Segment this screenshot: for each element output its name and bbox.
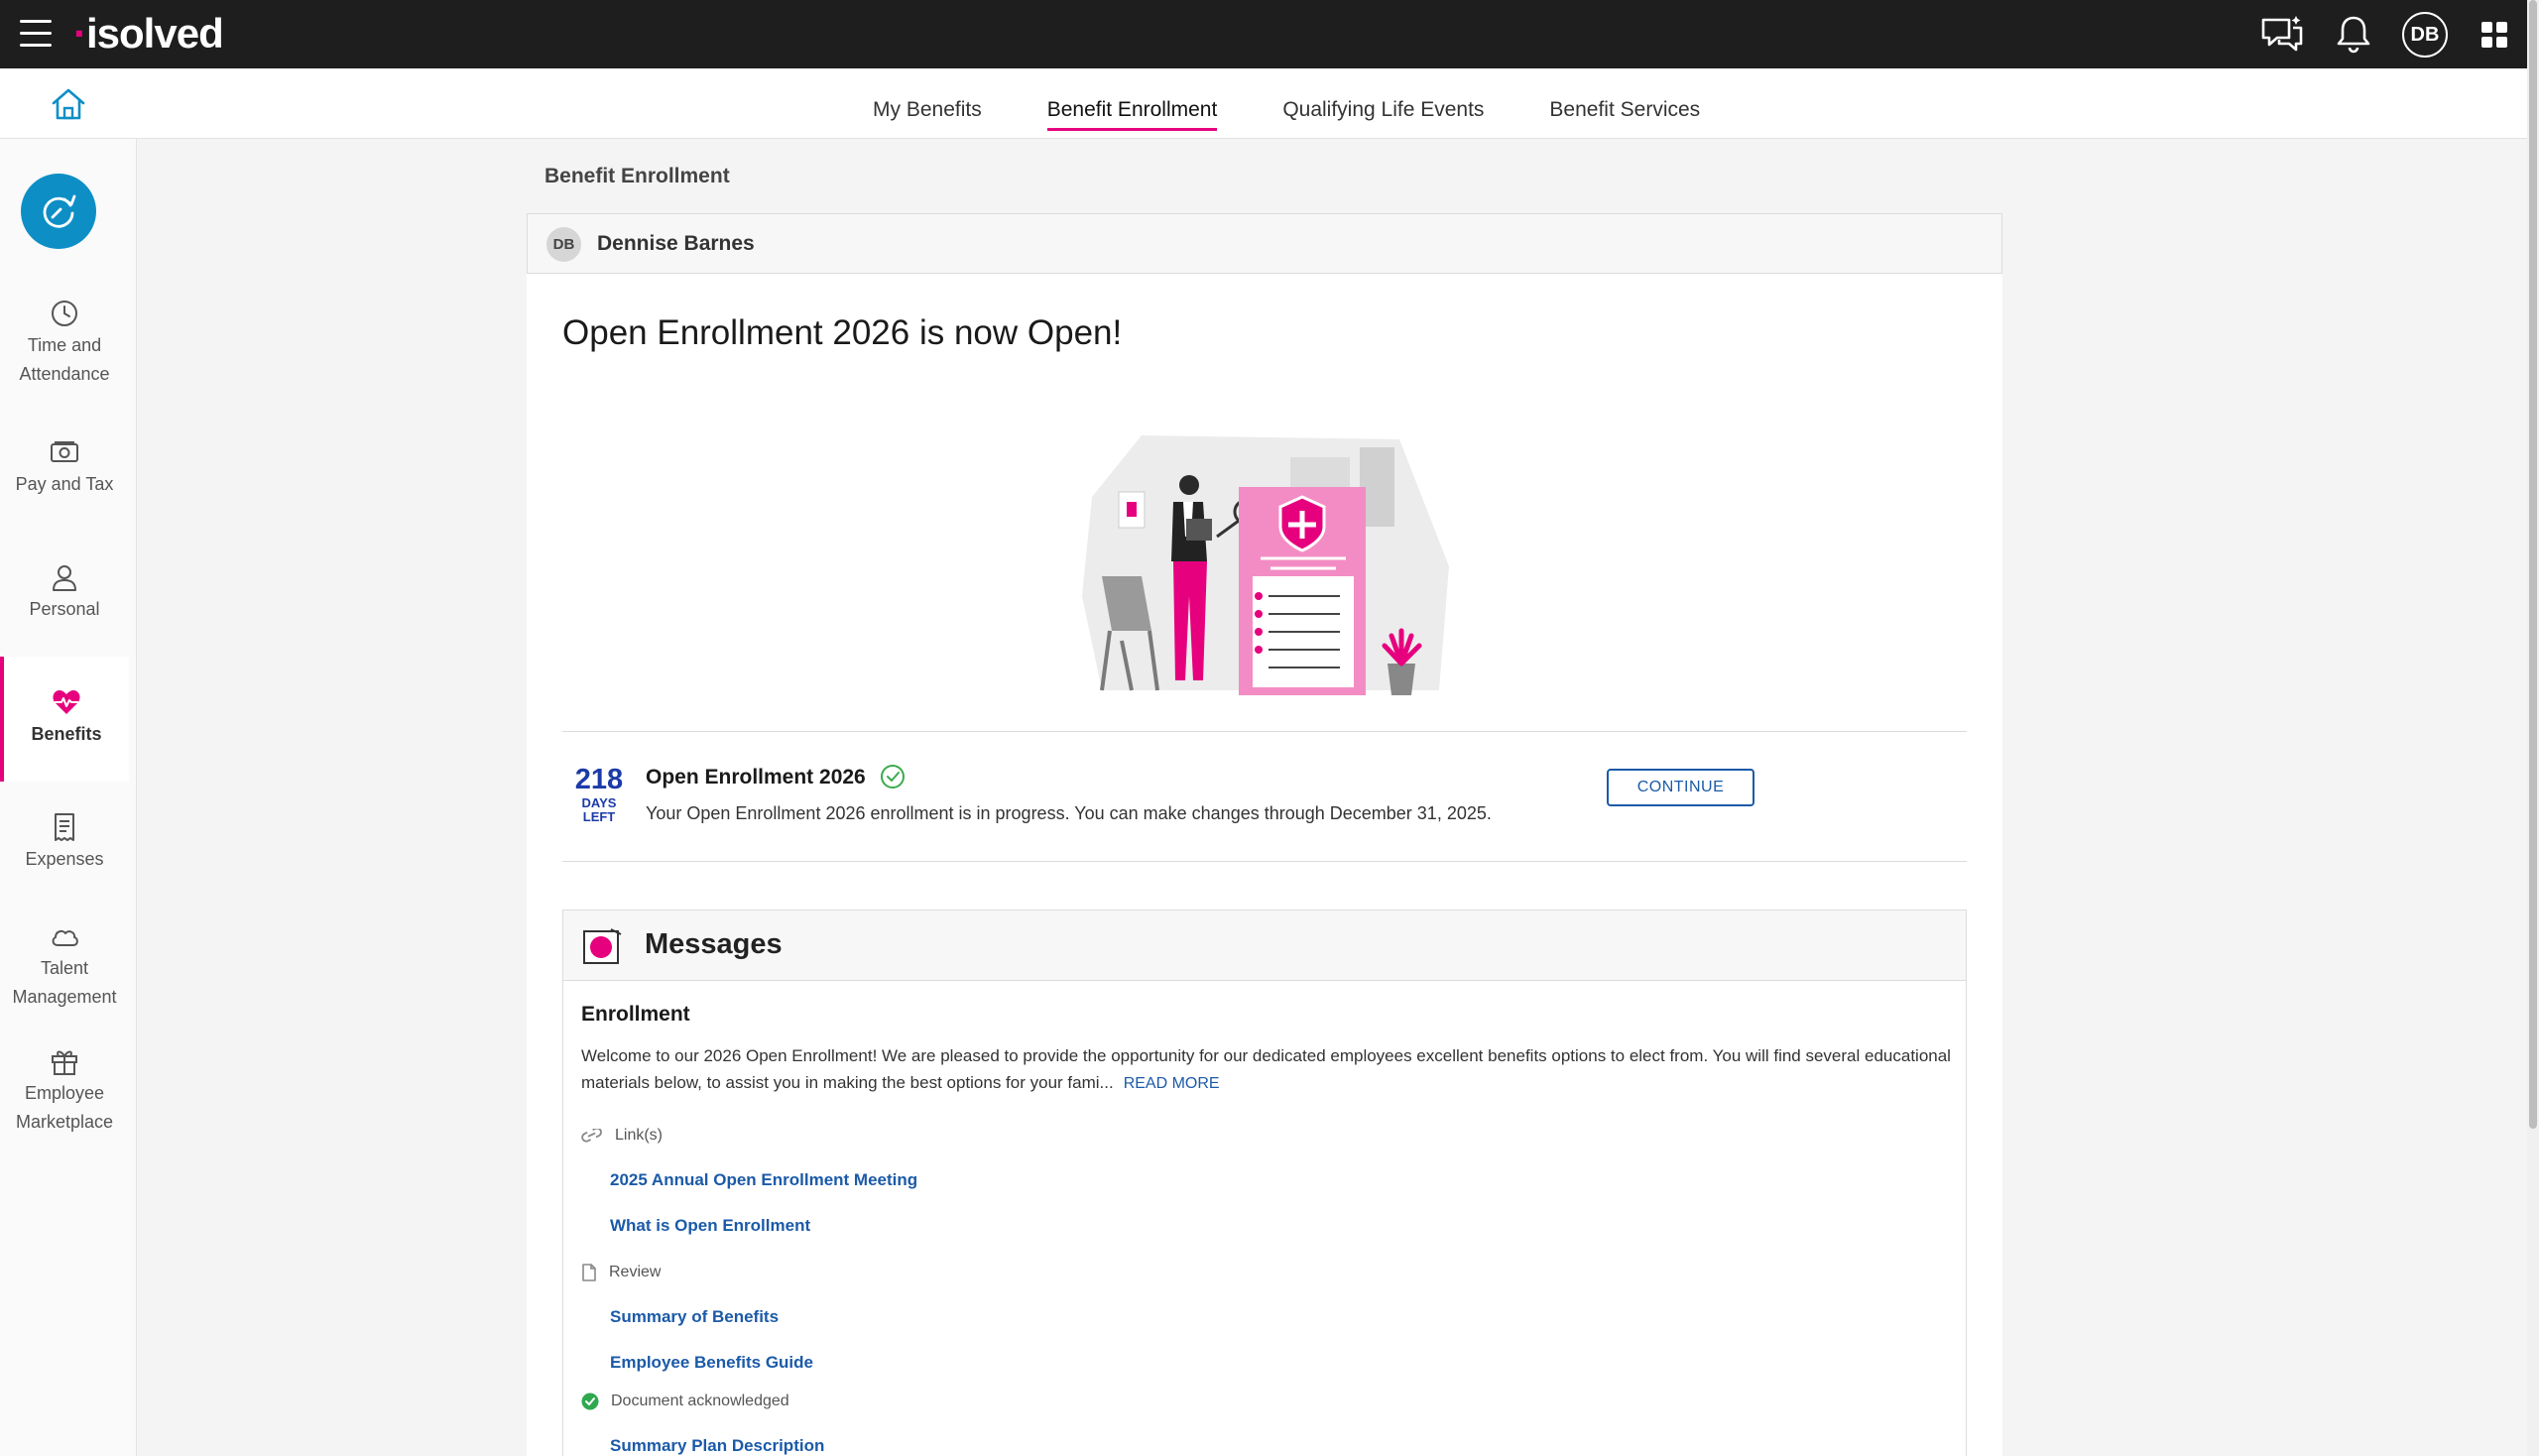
review-label-text: Review [609,1264,662,1280]
cloud-icon [52,929,78,946]
sub-navigation: My Benefits Benefit Enrollment Qualifyin… [0,68,2527,139]
sidebar-item-label: Talent [40,958,89,978]
sidebar-item-pay-tax[interactable]: Pay and Tax [0,436,129,499]
sidebar-item-time-attendance[interactable]: Time and Attendance [0,298,129,389]
enrollment-card: Open Enrollment 2026 is now Open! 218 DA… [527,274,2002,1456]
links-section-label: Link(s) [581,1127,663,1145]
sidebar-item-employee-marketplace[interactable]: Employee Marketplace [0,1045,129,1137]
sidebar-item-talent-management[interactable]: Talent Management [0,920,129,1012]
divider [562,861,1967,862]
sidebar-item-personal[interactable]: Personal [0,561,129,624]
sidebar-item-label: Expenses [25,849,104,869]
tab-benefit-enrollment[interactable]: Benefit Enrollment [1046,98,1218,131]
sidebar-item-label: Personal [29,599,100,619]
sidebar-item-label: Management [12,987,117,1007]
enrollment-title: Open Enrollment 2026 [646,766,866,789]
link-icon [581,1129,602,1143]
link-what-is-open-enrollment[interactable]: What is Open Enrollment [610,1216,810,1236]
tab-my-benefits[interactable]: My Benefits [873,98,982,131]
clock-icon [52,301,77,326]
link-annual-meeting[interactable]: 2025 Annual Open Enrollment Meeting [610,1170,917,1190]
sidebar-item-label: Pay and Tax [15,474,114,494]
messages-header: Messages [563,910,1966,981]
message-section-title: Enrollment [581,1003,690,1026]
enrollment-description: Your Open Enrollment 2026 enrollment is … [646,803,1492,823]
sidebar-item-label: Attendance [19,364,110,384]
sidebar: Time and Attendance Pay and Tax Personal… [0,139,137,1456]
message-body: Welcome to our 2026 Open Enrollment! We … [581,1042,1960,1097]
days-left-count: 218 [574,764,624,795]
check-filled-icon [581,1393,599,1410]
sidebar-item-label: Time and [27,335,102,355]
menu-icon[interactable] [20,20,52,48]
employee-header: DB Dennise Barnes [527,213,2002,274]
scrollbar-thumb[interactable] [2529,0,2537,1129]
days-left-label: DAYS LEFT [571,796,627,824]
enrollment-illustration [1082,435,1449,695]
link-employee-benefits-guide[interactable]: Employee Benefits Guide [610,1353,813,1373]
acknowledged-status: Document acknowledged [581,1393,789,1410]
home-icon[interactable] [50,86,87,122]
sidebar-item-benefits[interactable]: Benefits [0,657,129,782]
apps-grid-icon[interactable] [2472,12,2517,58]
link-summary-of-benefits[interactable]: Summary of Benefits [610,1307,779,1327]
message-board-icon [583,928,622,964]
chat-icon[interactable] [2259,12,2305,58]
person-icon [53,565,76,591]
quick-action-button[interactable] [21,174,96,249]
receipt-icon [55,813,74,841]
sidebar-item-label: Marketplace [15,1112,114,1132]
messages-title: Messages [645,928,783,960]
check-circle-icon [881,765,905,789]
divider [562,731,1967,732]
sidebar-item-expenses[interactable]: Expenses [0,811,129,874]
employee-name: Dennise Barnes [597,232,755,255]
document-icon [582,1264,596,1281]
days-label-line: DAYS [581,795,617,810]
enrollment-headline: Open Enrollment 2026 is now Open! [562,313,1123,352]
money-icon [51,441,78,462]
sidebar-item-label: Employee [24,1083,105,1103]
gift-icon [52,1050,77,1075]
acknowledged-text: Document acknowledged [611,1393,789,1409]
isolved-logo[interactable]: ·isolved [73,10,224,58]
tab-qualifying-life-events[interactable]: Qualifying Life Events [1282,98,1484,131]
heart-pulse-icon [53,690,80,714]
user-avatar-button[interactable]: DB [2402,12,2448,58]
read-more-link[interactable]: READ MORE [1124,1075,1220,1092]
sidebar-item-label: Benefits [31,724,102,744]
link-summary-plan-description[interactable]: Summary Plan Description [610,1436,824,1456]
top-bar: ·isolved DB [0,0,2527,68]
days-label-line: LEFT [582,809,616,824]
messages-panel: Messages Enrollment Welcome to our 2026 … [562,910,1967,1456]
page-title: Benefit Enrollment [544,165,730,187]
tab-benefit-services[interactable]: Benefit Services [1549,98,1700,131]
continue-button[interactable]: CONTINUE [1607,769,1754,806]
message-text: Welcome to our 2026 Open Enrollment! We … [581,1046,1951,1092]
bell-icon[interactable] [2331,12,2376,58]
employee-avatar: DB [546,227,581,262]
review-section-label: Review [581,1264,661,1281]
links-label-text: Link(s) [615,1127,664,1144]
refresh-clock-icon [43,194,76,228]
